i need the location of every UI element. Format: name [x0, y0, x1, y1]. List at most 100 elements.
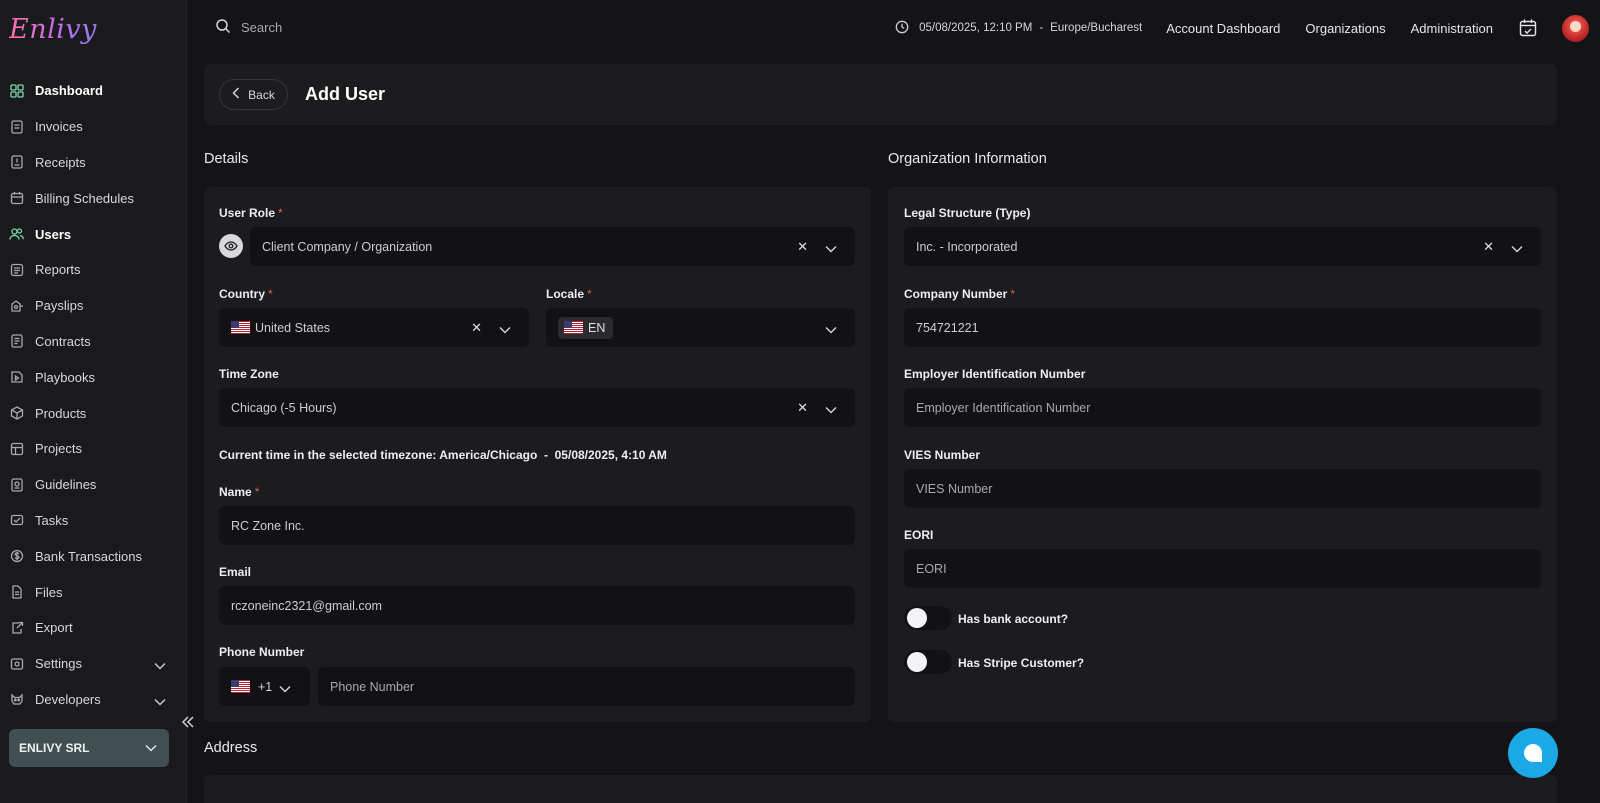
bank-icon [9, 549, 24, 564]
time-zone-select[interactable]: Chicago (-5 Hours) ✕ [219, 388, 855, 427]
chevron-down-icon[interactable] [154, 658, 166, 673]
clear-icon[interactable]: ✕ [797, 239, 808, 255]
sidebar-item-label: Playbooks [35, 369, 95, 385]
has-bank-account-toggle[interactable] [904, 606, 952, 630]
sidebar-item-contracts[interactable]: Contracts [0, 324, 187, 360]
user-role-select[interactable]: Client Company / Organization ✕ [250, 227, 855, 266]
developer-icon [9, 692, 24, 707]
chevron-down-icon[interactable] [154, 694, 166, 709]
sidebar-item-developers[interactable]: Developers [0, 682, 187, 718]
chevron-down-icon[interactable] [825, 323, 837, 337]
guideline-icon [9, 477, 24, 492]
search-input[interactable]: Search [215, 18, 282, 37]
chevron-down-icon[interactable] [825, 403, 837, 417]
company-number-value: 754721221 [916, 320, 979, 335]
sidebar-item-billing-schedules[interactable]: Billing Schedules [0, 180, 187, 216]
organizations-link[interactable]: Organizations [1305, 21, 1385, 36]
logo[interactable]: Enlivy [9, 14, 97, 45]
eye-icon[interactable] [219, 234, 243, 258]
sidebar-item-guidelines[interactable]: Guidelines [0, 467, 187, 503]
sidebar-item-label: Export [35, 620, 73, 636]
dial-code-value: +1 [258, 679, 273, 694]
email-label: Email [219, 565, 252, 579]
sidebar-item-export[interactable]: Export [0, 610, 187, 646]
sidebar-item-users[interactable]: Users [0, 216, 187, 252]
country-select[interactable]: United States ✕ [219, 308, 529, 347]
phone-label: Phone Number [219, 645, 305, 659]
sidebar-item-label: Invoices [35, 119, 83, 135]
required-mark: * [254, 485, 260, 499]
chevron-down-icon[interactable] [1511, 242, 1523, 256]
back-label: Back [248, 87, 275, 102]
company-number-input[interactable]: 754721221 [904, 308, 1541, 347]
clear-icon[interactable]: ✕ [1483, 239, 1494, 255]
sidebar-item-dashboard[interactable]: Dashboard [0, 73, 187, 109]
sidebar-item-projects[interactable]: Projects [0, 431, 187, 467]
sidebar-item-label: Tasks [35, 512, 69, 528]
name-label: Name * [219, 485, 260, 499]
sidebar-item-playbooks[interactable]: Playbooks [0, 359, 187, 395]
back-button[interactable]: Back [219, 79, 288, 110]
address-section-title: Address [204, 740, 258, 756]
sidebar-item-reports[interactable]: Reports [0, 252, 187, 288]
user-role-value: Client Company / Organization [262, 239, 433, 254]
avatar[interactable] [1562, 14, 1589, 42]
topbar-right: 05/08/2025, 12:10 PM - Europe/Bucharest … [895, 0, 1600, 56]
legal-structure-select[interactable]: Inc. - Incorporated ✕ [904, 227, 1541, 266]
details-section-title: Details [204, 151, 249, 167]
sidebar-item-tasks[interactable]: Tasks [0, 503, 187, 539]
country-value: United States [255, 320, 331, 335]
dial-code-select[interactable]: +1 [219, 667, 310, 706]
sidebar-item-label: Bank Transactions [35, 548, 142, 564]
calendar-app-icon[interactable] [1518, 18, 1538, 38]
name-value: RC Zone Inc. [231, 518, 305, 533]
phone-placeholder: Phone Number [330, 679, 415, 694]
chevron-down-icon[interactable] [825, 242, 837, 256]
sidebar-item-files[interactable]: Files [0, 574, 187, 610]
eori-input[interactable]: EORI [904, 549, 1541, 588]
sidebar-item-label: Users [35, 226, 72, 242]
topbar: Search 05/08/2025, 12:10 PM - Europe/Buc… [187, 0, 1600, 56]
sidebar-item-products[interactable]: Products [0, 395, 187, 431]
sidebar-item-payslips[interactable]: Payslips [0, 288, 187, 324]
vies-input[interactable]: VIES Number [904, 469, 1541, 508]
time-zone-label: Time Zone [219, 367, 279, 381]
organization-switcher[interactable]: ENLIVY SRL [9, 729, 169, 767]
organization-name: ENLIVY SRL [19, 741, 90, 755]
required-mark: * [278, 206, 283, 220]
search-icon [215, 18, 231, 37]
us-flag-icon [564, 321, 583, 334]
time-zone-value: Chicago (-5 Hours) [231, 400, 337, 415]
required-mark: * [1010, 287, 1016, 301]
sidebar-item-settings[interactable]: Settings [0, 646, 187, 682]
sidebar-item-label: Files [35, 584, 63, 600]
locale-label: Locale * [546, 287, 592, 301]
sidebar-item-receipts[interactable]: Receipts [0, 145, 187, 181]
sidebar-item-invoices[interactable]: Invoices [0, 109, 187, 145]
email-field[interactable]: rczoneinc2321@gmail.com [219, 586, 855, 625]
name-input[interactable]: RC Zone Inc. [219, 506, 855, 545]
sidebar-item-label: Products [35, 405, 87, 421]
account-dashboard-link[interactable]: Account Dashboard [1166, 21, 1280, 36]
sidebar-item-label: Billing Schedules [35, 190, 135, 206]
collapse-sidebar-icon[interactable] [178, 712, 198, 732]
phone-number-input[interactable]: Phone Number [318, 667, 855, 706]
administration-link[interactable]: Administration [1411, 21, 1493, 36]
legal-structure-label: Legal Structure (Type) [904, 206, 1031, 220]
sidebar-item-label: Dashboard [35, 83, 103, 99]
has-bank-account-label: Has bank account? [958, 612, 1069, 626]
company-number-label: Company Number * [904, 287, 1016, 301]
sidebar-item-label: Reports [35, 262, 81, 278]
sidebar-item-bank-transactions[interactable]: Bank Transactions [0, 538, 187, 574]
clear-icon[interactable]: ✕ [797, 400, 808, 416]
eori-placeholder: EORI [916, 561, 947, 576]
chat-icon[interactable] [1508, 728, 1558, 778]
clear-icon[interactable]: ✕ [471, 320, 482, 336]
locale-select[interactable]: EN [546, 308, 855, 347]
has-stripe-customer-toggle[interactable] [904, 650, 952, 674]
vies-label: VIES Number [904, 448, 981, 462]
ein-input[interactable]: Employer Identification Number [904, 388, 1541, 427]
country-label: Country * [219, 287, 273, 301]
receipt-icon [9, 155, 24, 170]
chevron-down-icon[interactable] [499, 323, 511, 337]
